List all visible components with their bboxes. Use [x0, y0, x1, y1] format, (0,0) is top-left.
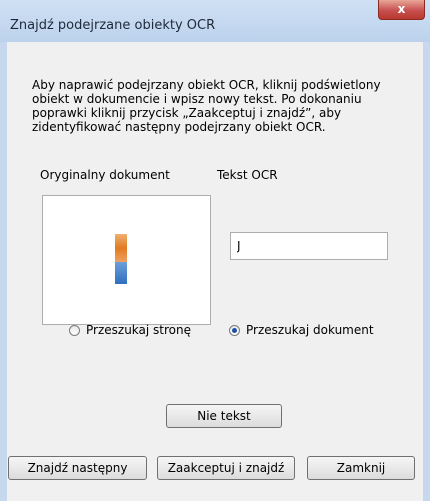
window-title: Znajdź podejrzane obiekty OCR — [10, 18, 216, 33]
search-document-radio[interactable]: Przeszukaj dokument — [229, 323, 374, 337]
title-bar: Znajdź podejrzane obiekty OCR x — [0, 0, 430, 43]
preview-glyph-upper — [115, 234, 127, 262]
ocr-text-label: Tekst OCR — [217, 168, 278, 182]
search-page-radio[interactable]: Przeszukaj stronę — [69, 323, 191, 337]
close-icon: x — [397, 2, 406, 16]
not-text-button[interactable]: Nie tekst — [166, 404, 282, 428]
ocr-text-input[interactable] — [230, 232, 388, 260]
original-document-preview — [42, 195, 211, 325]
search-page-label: Przeszukaj stronę — [86, 323, 191, 337]
close-window-button[interactable]: x — [378, 0, 425, 20]
close-button[interactable]: Zamknij — [307, 456, 415, 480]
search-document-label: Przeszukaj dokument — [246, 323, 374, 337]
window-frame-left — [0, 42, 7, 501]
find-next-button[interactable]: Znajdź następny — [8, 456, 147, 480]
preview-glyph-lower — [115, 262, 127, 284]
accept-and-find-button[interactable]: Zaakceptuj i znajdź — [157, 456, 295, 480]
original-document-label: Oryginalny dokument — [40, 168, 170, 182]
radio-checked-icon — [229, 324, 240, 336]
window-frame-right — [423, 42, 430, 501]
radio-unchecked-icon — [69, 324, 80, 336]
dialog-body: Aby naprawić podejrzany obiekt OCR, klik… — [7, 42, 423, 501]
instructions-text: Aby naprawić podejrzany obiekt OCR, klik… — [32, 78, 381, 134]
